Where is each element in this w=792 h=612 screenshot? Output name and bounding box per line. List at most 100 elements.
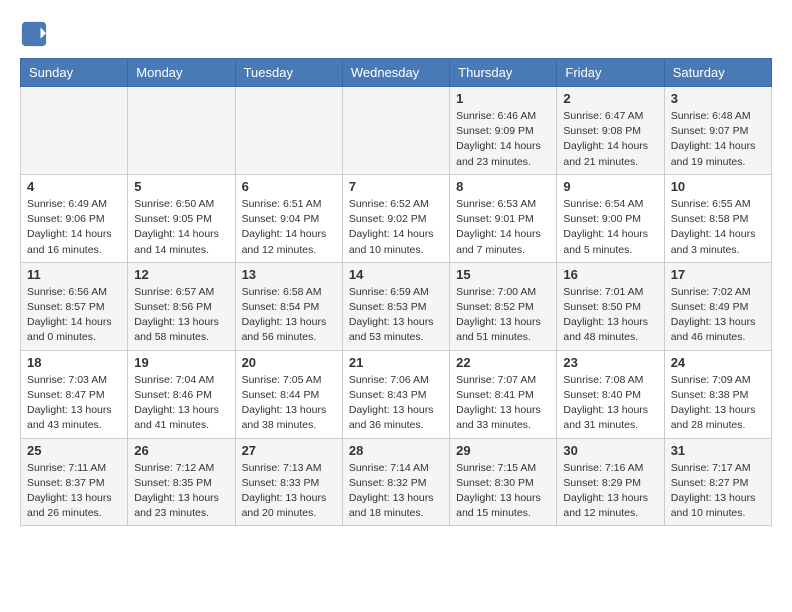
day-info: Sunrise: 6:51 AM Sunset: 9:04 PM Dayligh…: [242, 197, 336, 258]
day-info: Sunrise: 7:15 AM Sunset: 8:30 PM Dayligh…: [456, 461, 550, 522]
day-number: 10: [671, 179, 765, 194]
day-info: Sunrise: 7:11 AM Sunset: 8:37 PM Dayligh…: [27, 461, 121, 522]
day-number: 3: [671, 91, 765, 106]
day-info: Sunrise: 7:06 AM Sunset: 8:43 PM Dayligh…: [349, 373, 443, 434]
day-info: Sunrise: 6:58 AM Sunset: 8:54 PM Dayligh…: [242, 285, 336, 346]
calendar-cell: 22Sunrise: 7:07 AM Sunset: 8:41 PM Dayli…: [450, 350, 557, 438]
calendar-cell: 8Sunrise: 6:53 AM Sunset: 9:01 PM Daylig…: [450, 174, 557, 262]
day-number: 16: [563, 267, 657, 282]
header: [20, 20, 772, 48]
calendar-cell: 14 Sunrise: 6:59 AM Sunset: 8:53 PM Dayli…: [342, 262, 449, 350]
day-number: 30: [563, 443, 657, 458]
calendar-cell: 30 Sunrise: 7:16 AM Sunset: 8:29 PM Dayli…: [557, 438, 664, 526]
calendar-cell: 29 Sunrise: 7:15 AM Sunset: 8:30 PM Dayli…: [450, 438, 557, 526]
day-info: Sunrise: 7:12 AM Sunset: 8:35 PM Dayligh…: [134, 461, 228, 522]
day-number: 25: [27, 443, 121, 458]
calendar-cell: 15 Sunrise: 7:00 AM Sunset: 8:52 PM Dayli…: [450, 262, 557, 350]
calendar-cell: 26 Sunrise: 7:12 AM Sunset: 8:35 PM Dayli…: [128, 438, 235, 526]
calendar-cell: 11 Sunrise: 6:56 AM Sunset: 8:57 PM Dayli…: [21, 262, 128, 350]
day-number: 20: [242, 355, 336, 370]
calendar-cell: 20 Sunrise: 7:05 AM Sunset: 8:44 PM Dayli…: [235, 350, 342, 438]
column-header-sunday: Sunday: [21, 59, 128, 87]
day-info: Sunrise: 7:03 AM Sunset: 8:47 PM Dayligh…: [27, 373, 121, 434]
calendar-cell: 17 Sunrise: 7:02 AM Sunset: 8:49 PM Dayli…: [664, 262, 771, 350]
day-info: Sunrise: 6:54 AM Sunset: 9:00 PM Dayligh…: [563, 197, 657, 258]
calendar-cell: 4 Sunrise: 6:49 AM Sunset: 9:06 PM Daylig…: [21, 174, 128, 262]
day-info: Sunrise: 7:13 AM Sunset: 8:33 PM Dayligh…: [242, 461, 336, 522]
day-number: 14: [349, 267, 443, 282]
day-number: 27: [242, 443, 336, 458]
day-info: Sunrise: 6:53 AM Sunset: 9:01 PM Dayligh…: [456, 197, 550, 258]
day-info: Sunrise: 6:59 AM Sunset: 8:53 PM Dayligh…: [349, 285, 443, 346]
calendar-cell: 12 Sunrise: 6:57 AM Sunset: 8:56 PM Dayli…: [128, 262, 235, 350]
day-info: Sunrise: 7:04 AM Sunset: 8:46 PM Dayligh…: [134, 373, 228, 434]
day-number: 26: [134, 443, 228, 458]
day-number: 2: [563, 91, 657, 106]
day-info: Sunrise: 6:49 AM Sunset: 9:06 PM Dayligh…: [27, 197, 121, 258]
day-number: 18: [27, 355, 121, 370]
calendar-cell: 31Sunrise: 7:17 AM Sunset: 8:27 PM Dayli…: [664, 438, 771, 526]
day-info: Sunrise: 7:05 AM Sunset: 8:44 PM Dayligh…: [242, 373, 336, 434]
calendar-cell: [21, 87, 128, 175]
day-number: 28: [349, 443, 443, 458]
day-info: Sunrise: 7:08 AM Sunset: 8:40 PM Dayligh…: [563, 373, 657, 434]
day-number: 9: [563, 179, 657, 194]
day-number: 4: [27, 179, 121, 194]
calendar-cell: 2 Sunrise: 6:47 AM Sunset: 9:08 PM Daylig…: [557, 87, 664, 175]
day-number: 15: [456, 267, 550, 282]
calendar-cell: 10 Sunrise: 6:55 AM Sunset: 8:58 PM Dayli…: [664, 174, 771, 262]
calendar-cell: 3 Sunrise: 6:48 AM Sunset: 9:07 PM Daylig…: [664, 87, 771, 175]
calendar-table: SundayMondayTuesdayWednesdayThursdayFrid…: [20, 58, 772, 526]
calendar-cell: 23 Sunrise: 7:08 AM Sunset: 8:40 PM Dayli…: [557, 350, 664, 438]
day-number: 11: [27, 267, 121, 282]
logo-icon: [20, 20, 48, 48]
day-info: Sunrise: 7:02 AM Sunset: 8:49 PM Dayligh…: [671, 285, 765, 346]
day-info: Sunrise: 6:50 AM Sunset: 9:05 PM Dayligh…: [134, 197, 228, 258]
calendar-cell: 5 Sunrise: 6:50 AM Sunset: 9:05 PM Daylig…: [128, 174, 235, 262]
column-header-monday: Monday: [128, 59, 235, 87]
calendar-cell: [128, 87, 235, 175]
column-header-tuesday: Tuesday: [235, 59, 342, 87]
day-number: 7: [349, 179, 443, 194]
day-info: Sunrise: 6:47 AM Sunset: 9:08 PM Dayligh…: [563, 109, 657, 170]
calendar-cell: 13 Sunrise: 6:58 AM Sunset: 8:54 PM Dayli…: [235, 262, 342, 350]
calendar-cell: 25 Sunrise: 7:11 AM Sunset: 8:37 PM Dayli…: [21, 438, 128, 526]
day-number: 12: [134, 267, 228, 282]
day-number: 29: [456, 443, 550, 458]
calendar-cell: [342, 87, 449, 175]
day-info: Sunrise: 6:46 AM Sunset: 9:09 PM Dayligh…: [456, 109, 550, 170]
day-info: Sunrise: 7:17 AM Sunset: 8:27 PM Dayligh…: [671, 461, 765, 522]
calendar-cell: 9 Sunrise: 6:54 AM Sunset: 9:00 PM Daylig…: [557, 174, 664, 262]
day-info: Sunrise: 6:56 AM Sunset: 8:57 PM Dayligh…: [27, 285, 121, 346]
day-info: Sunrise: 6:52 AM Sunset: 9:02 PM Dayligh…: [349, 197, 443, 258]
day-info: Sunrise: 7:00 AM Sunset: 8:52 PM Dayligh…: [456, 285, 550, 346]
day-number: 5: [134, 179, 228, 194]
day-number: 13: [242, 267, 336, 282]
calendar-cell: 7 Sunrise: 6:52 AM Sunset: 9:02 PM Daylig…: [342, 174, 449, 262]
day-info: Sunrise: 7:09 AM Sunset: 8:38 PM Dayligh…: [671, 373, 765, 434]
day-info: Sunrise: 7:01 AM Sunset: 8:50 PM Dayligh…: [563, 285, 657, 346]
calendar-cell: [235, 87, 342, 175]
day-number: 23: [563, 355, 657, 370]
day-info: Sunrise: 7:14 AM Sunset: 8:32 PM Dayligh…: [349, 461, 443, 522]
column-header-friday: Friday: [557, 59, 664, 87]
day-number: 21: [349, 355, 443, 370]
column-header-thursday: Thursday: [450, 59, 557, 87]
day-number: 1: [456, 91, 550, 106]
day-number: 17: [671, 267, 765, 282]
logo: [20, 20, 52, 48]
day-info: Sunrise: 6:48 AM Sunset: 9:07 PM Dayligh…: [671, 109, 765, 170]
calendar-cell: 27 Sunrise: 7:13 AM Sunset: 8:33 PM Dayli…: [235, 438, 342, 526]
day-info: Sunrise: 6:55 AM Sunset: 8:58 PM Dayligh…: [671, 197, 765, 258]
day-info: Sunrise: 6:57 AM Sunset: 8:56 PM Dayligh…: [134, 285, 228, 346]
day-number: 19: [134, 355, 228, 370]
calendar-cell: 19 Sunrise: 7:04 AM Sunset: 8:46 PM Dayli…: [128, 350, 235, 438]
calendar-cell: 28 Sunrise: 7:14 AM Sunset: 8:32 PM Dayli…: [342, 438, 449, 526]
calendar-cell: 1 Sunrise: 6:46 AM Sunset: 9:09 PM Daylig…: [450, 87, 557, 175]
column-header-wednesday: Wednesday: [342, 59, 449, 87]
day-number: 22: [456, 355, 550, 370]
calendar-cell: 21 Sunrise: 7:06 AM Sunset: 8:43 PM Dayli…: [342, 350, 449, 438]
calendar-cell: 16 Sunrise: 7:01 AM Sunset: 8:50 PM Dayli…: [557, 262, 664, 350]
day-info: Sunrise: 7:16 AM Sunset: 8:29 PM Dayligh…: [563, 461, 657, 522]
calendar-cell: 6Sunrise: 6:51 AM Sunset: 9:04 PM Daylig…: [235, 174, 342, 262]
